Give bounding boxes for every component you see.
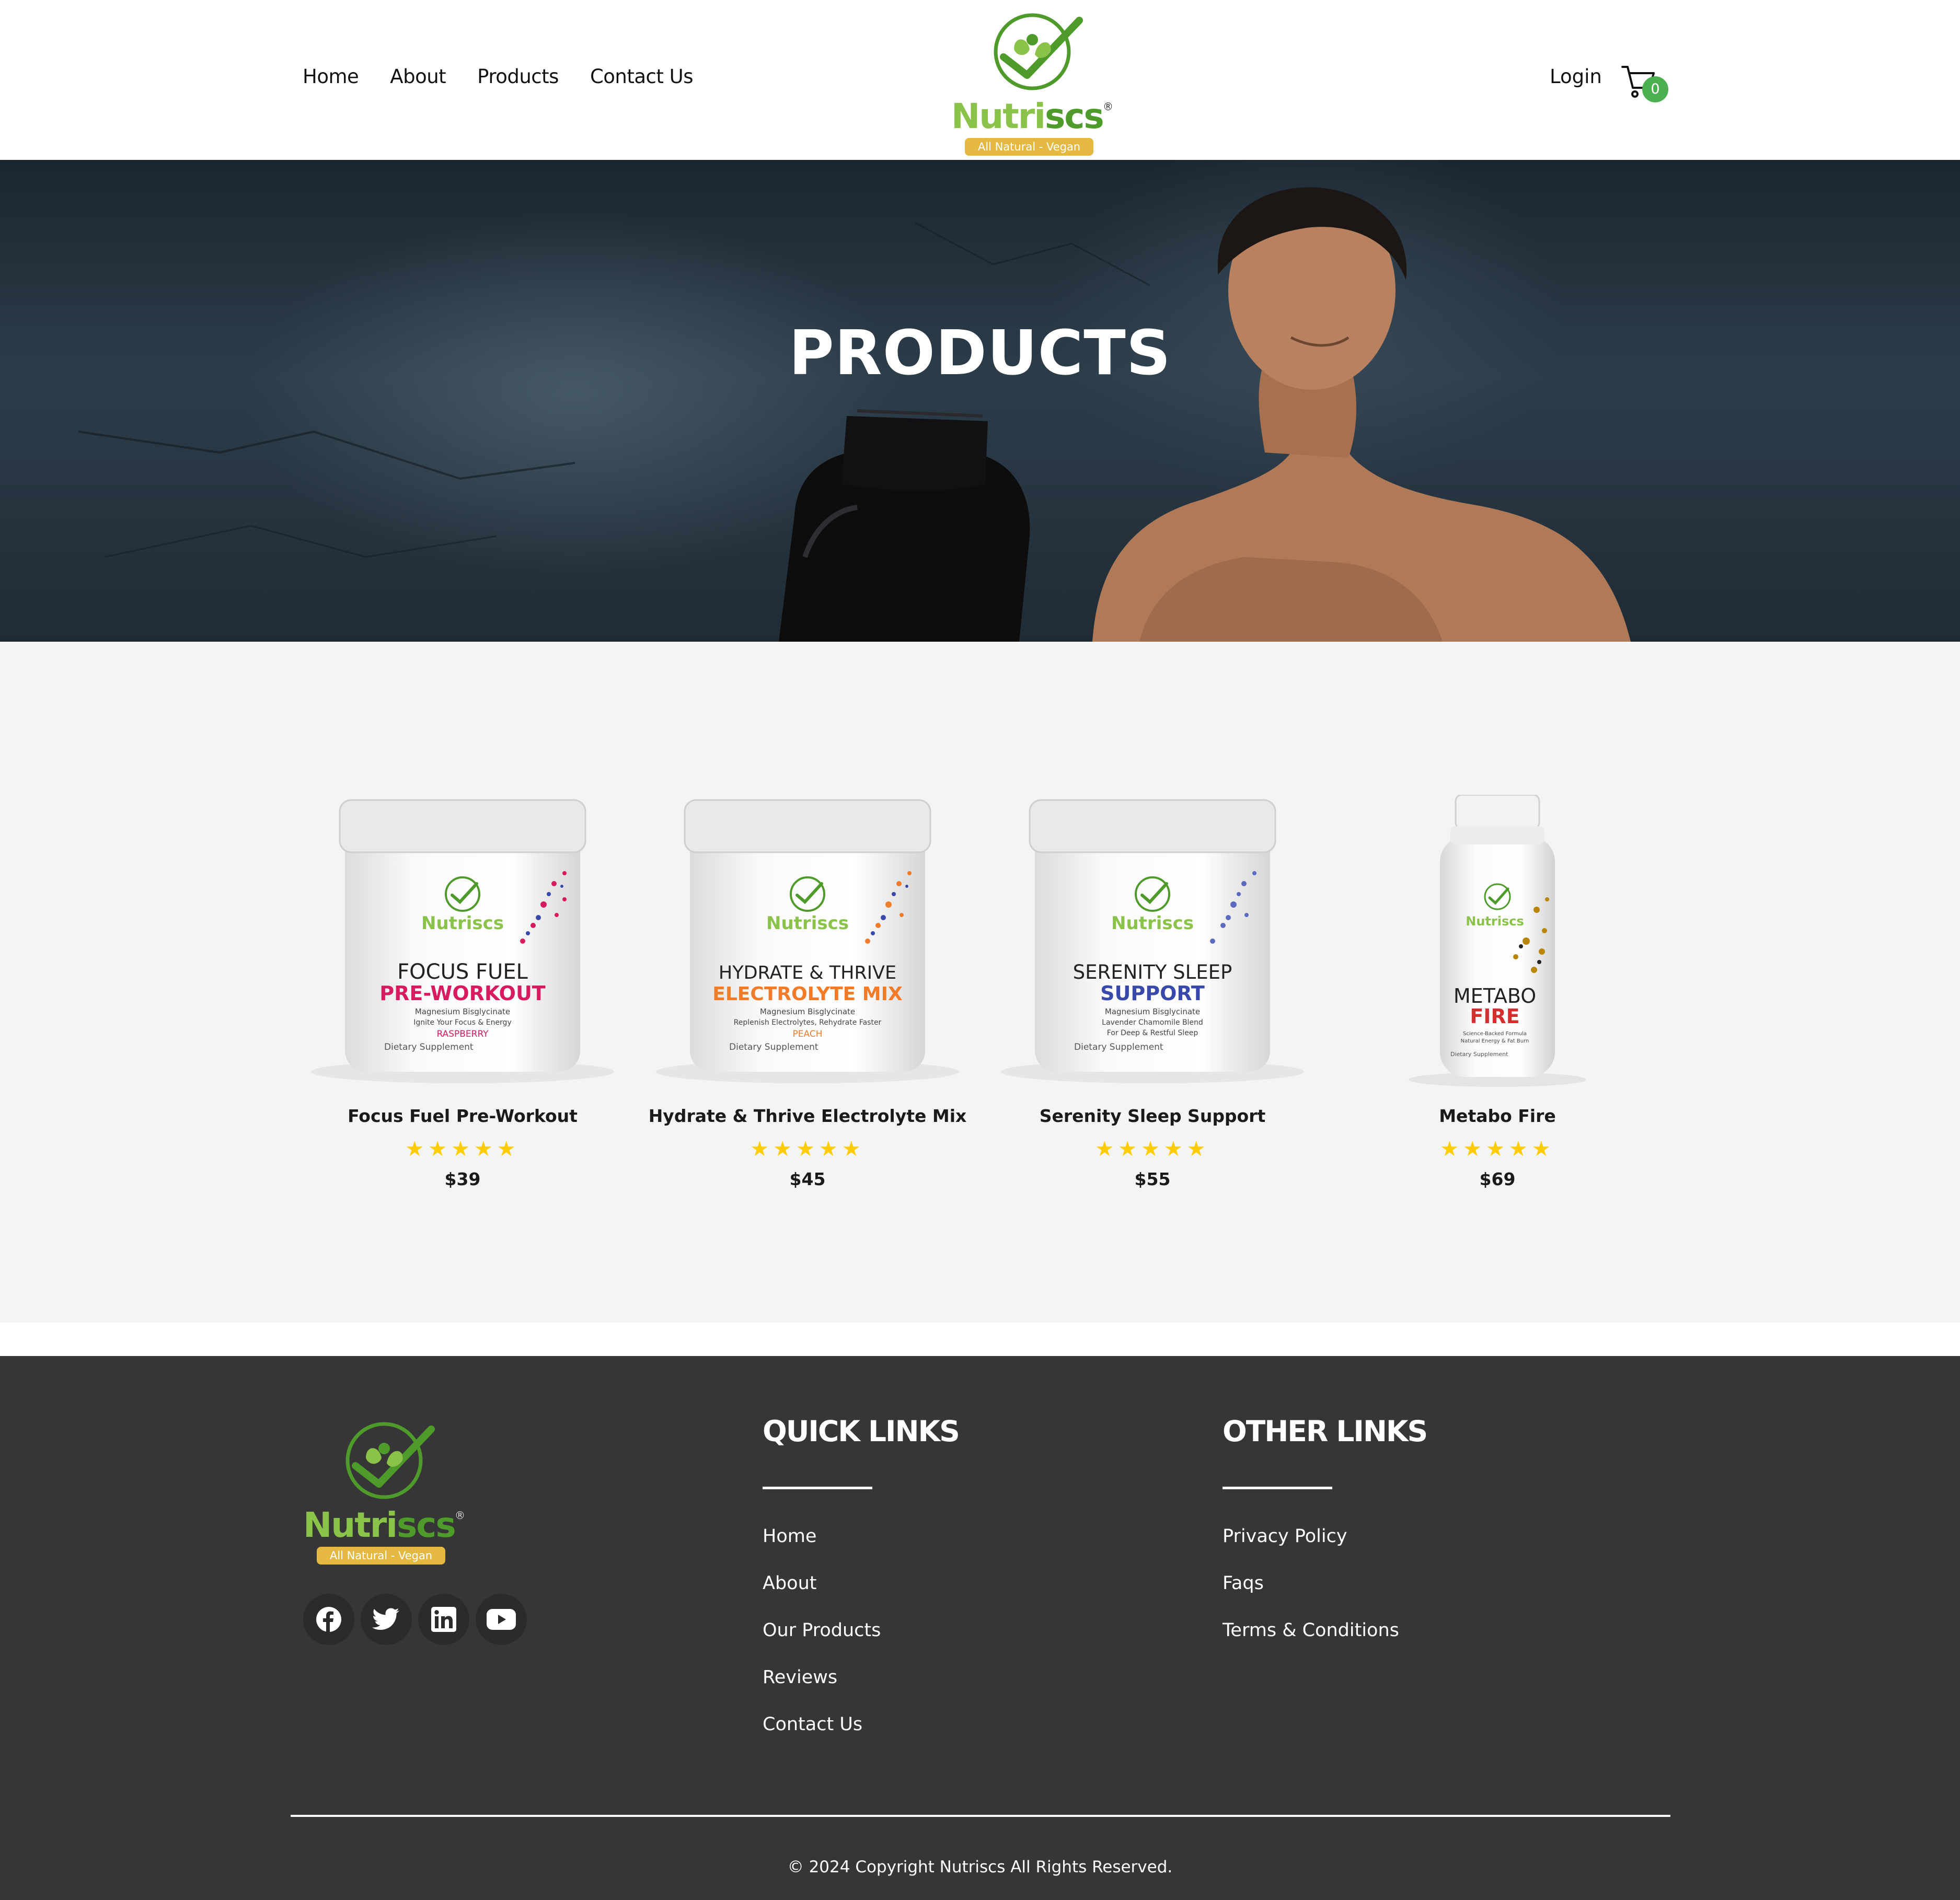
other-links-divider (1223, 1487, 1332, 1489)
product-price: $55 (1134, 1169, 1171, 1189)
svg-text:SUPPORT: SUPPORT (1100, 982, 1205, 1005)
svg-text:Ignite Your Focus & Energy: Ignite Your Focus & Energy (413, 1018, 511, 1027)
logo-wordmark: Nutriscs (951, 96, 1104, 136)
twitter-link[interactable] (361, 1594, 412, 1645)
footer-divider (291, 1815, 1670, 1817)
product-card[interactable]: Nutriscs SERENITY SLEEP SUPPORT Magnesiu… (993, 795, 1312, 1189)
hero-banner: PRODUCTS (0, 160, 1960, 642)
logo-registered: ® (455, 1509, 465, 1522)
other-links-list: Privacy Policy Faqs Terms & Conditions (1223, 1526, 1399, 1667)
svg-text:Dietary Supplement: Dietary Supplement (1450, 1051, 1508, 1058)
product-image[interactable]: Nutriscs METABO FIRE Science-Backed Form… (1338, 795, 1657, 1087)
product-image[interactable]: Nutriscs SERENITY SLEEP SUPPORT Magnesiu… (993, 795, 1312, 1087)
site-footer: Nutriscs ® All Natural - Vegan QUICK LIN… (0, 1356, 1960, 1900)
svg-text:HYDRATE & THRIVE: HYDRATE & THRIVE (719, 963, 896, 983)
logo-wordmark: Nutriscs (303, 1505, 456, 1545)
svg-text:METABO: METABO (1454, 984, 1536, 1007)
page-title: PRODUCTS (789, 317, 1171, 389)
svg-text:RASPBERRY: RASPBERRY (436, 1029, 489, 1039)
product-name[interactable]: Metabo Fire (1338, 1106, 1657, 1126)
other-links-heading: OTHER LINKS (1223, 1415, 1428, 1448)
star-rating: ★★★★★ (1440, 1138, 1555, 1161)
quick-links-list: Home About Our Products Reviews Contact … (763, 1526, 881, 1761)
svg-text:Nutriscs: Nutriscs (1466, 914, 1524, 929)
logo-tagline: All Natural - Vegan (965, 138, 1093, 156)
main-nav: Home About Products Contact Us (303, 65, 694, 88)
cart-button[interactable]: 0 (1620, 63, 1668, 105)
footer-link-privacy-policy[interactable]: Privacy Policy (1223, 1526, 1399, 1573)
svg-text:Magnesium Bisglycinate: Magnesium Bisglycinate (760, 1007, 855, 1016)
product-name[interactable]: Focus Fuel Pre-Workout (303, 1106, 622, 1126)
logo-tagline: All Natural - Vegan (317, 1547, 445, 1565)
product-card[interactable]: Nutriscs FOCUS FUEL PRE-WORKOUT Magnesiu… (303, 795, 622, 1189)
star-rating: ★★★★★ (1095, 1138, 1210, 1161)
footer-link-terms[interactable]: Terms & Conditions (1223, 1620, 1399, 1667)
social-links (303, 1594, 527, 1645)
star-rating: ★★★★★ (750, 1138, 865, 1161)
svg-text:FOCUS FUEL: FOCUS FUEL (397, 960, 528, 984)
product-image[interactable]: Nutriscs FOCUS FUEL PRE-WORKOUT Magnesiu… (303, 795, 622, 1087)
footer-link-our-products[interactable]: Our Products (763, 1620, 881, 1667)
linkedin-link[interactable] (418, 1594, 469, 1645)
quick-links-divider (763, 1487, 872, 1489)
quick-links-heading: QUICK LINKS (763, 1415, 960, 1448)
svg-text:Nutriscs: Nutriscs (421, 913, 504, 934)
svg-text:FIRE: FIRE (1470, 1005, 1519, 1028)
product-card[interactable]: Nutriscs METABO FIRE Science-Backed Form… (1338, 795, 1657, 1189)
linkedin-icon (431, 1607, 456, 1632)
footer-link-about[interactable]: About (763, 1573, 881, 1620)
svg-text:PEACH: PEACH (793, 1029, 823, 1039)
product-name[interactable]: Serenity Sleep Support (993, 1106, 1312, 1126)
youtube-icon (487, 1609, 516, 1630)
svg-text:Nutriscs: Nutriscs (766, 913, 849, 934)
svg-text:Natural Energy & Fat Burn: Natural Energy & Fat Burn (1461, 1038, 1529, 1044)
cart-count-badge: 0 (1642, 76, 1668, 102)
svg-text:SERENITY SLEEP: SERENITY SLEEP (1073, 961, 1232, 983)
facebook-link[interactable] (303, 1594, 354, 1645)
svg-text:Dietary Supplement: Dietary Supplement (1074, 1042, 1163, 1052)
svg-text:Magnesium Bisglycinate: Magnesium Bisglycinate (415, 1007, 510, 1016)
logo-registered: ® (1103, 100, 1113, 113)
site-header: Home About Products Contact Us Nutriscs … (0, 0, 1960, 160)
product-name[interactable]: Hydrate & Thrive Electrolyte Mix (648, 1106, 967, 1126)
leaf-check-icon (345, 1422, 435, 1499)
svg-text:Replenish Electrolytes, Rehydr: Replenish Electrolytes, Rehydrate Faster (734, 1018, 882, 1027)
product-price: $45 (789, 1169, 826, 1189)
footer-link-reviews[interactable]: Reviews (763, 1667, 881, 1714)
svg-text:Dietary Supplement: Dietary Supplement (729, 1042, 818, 1052)
product-price: $39 (444, 1169, 481, 1189)
svg-text:PRE-WORKOUT: PRE-WORKOUT (379, 982, 546, 1005)
svg-text:Magnesium Bisglycinate: Magnesium Bisglycinate (1105, 1007, 1200, 1016)
hero-background-image (78, 187, 1631, 642)
footer-logo[interactable]: Nutriscs ® All Natural - Vegan (303, 1416, 470, 1565)
product-price: $69 (1479, 1169, 1516, 1189)
svg-text:For Deep & Restful Sleep: For Deep & Restful Sleep (1107, 1029, 1198, 1037)
svg-text:Lavender Chamomile Blend: Lavender Chamomile Blend (1102, 1018, 1203, 1027)
nav-products-link[interactable]: Products (477, 65, 559, 88)
svg-text:Science-Backed Formula: Science-Backed Formula (1463, 1031, 1527, 1037)
nav-home-link[interactable]: Home (303, 65, 359, 88)
product-image[interactable]: Nutriscs HYDRATE & THRIVE ELECTROLYTE MI… (648, 795, 967, 1087)
svg-text:Nutriscs: Nutriscs (1111, 913, 1194, 934)
svg-text:ELECTROLYTE MIX: ELECTROLYTE MIX (712, 983, 903, 1005)
brand-logo[interactable]: Nutriscs ® All Natural - Vegan (951, 7, 1119, 156)
leaf-check-icon (994, 13, 1083, 90)
product-grid: Nutriscs FOCUS FUEL PRE-WORKOUT Magnesiu… (0, 642, 1960, 1323)
product-card[interactable]: Nutriscs HYDRATE & THRIVE ELECTROLYTE MI… (648, 795, 967, 1189)
svg-text:Dietary Supplement: Dietary Supplement (384, 1042, 474, 1052)
login-link[interactable]: Login (1550, 65, 1602, 88)
footer-link-home[interactable]: Home (763, 1526, 881, 1573)
facebook-icon (316, 1607, 341, 1632)
copyright-text: © 2024 Copyright Nutriscs All Rights Res… (787, 1858, 1173, 1876)
youtube-link[interactable] (476, 1594, 527, 1645)
star-rating: ★★★★★ (405, 1138, 520, 1161)
nav-contact-link[interactable]: Contact Us (590, 65, 694, 88)
footer-link-contact-us[interactable]: Contact Us (763, 1714, 881, 1761)
twitter-icon (372, 1608, 399, 1630)
footer-link-faqs[interactable]: Faqs (1223, 1573, 1399, 1620)
nav-about-link[interactable]: About (390, 65, 446, 88)
